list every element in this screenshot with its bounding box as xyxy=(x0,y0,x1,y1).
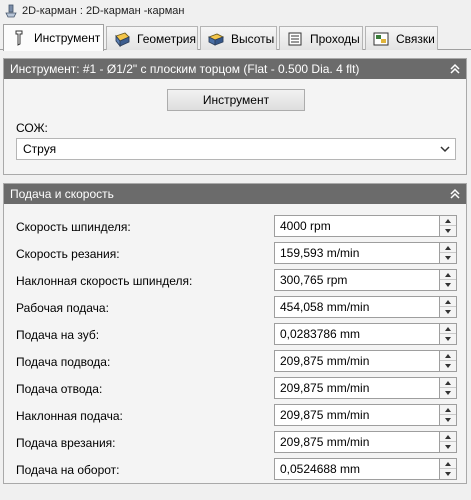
spin-down-icon[interactable] xyxy=(440,415,456,425)
plunge-feed-input[interactable]: 209,875 mm/min xyxy=(274,431,440,453)
plunge-feed-spinner[interactable] xyxy=(440,431,457,453)
feed-panel-header[interactable]: Подача и скорость xyxy=(4,184,466,204)
ramp-feed-spinner[interactable] xyxy=(440,404,457,426)
feed-speed-panel: Подача и скорость Скорость шпинделя: 4000… xyxy=(3,183,467,484)
spindle-speed-row: Скорость шпинделя: 4000 rpm xyxy=(4,213,466,240)
feed-per-revolution-label: Подача на оборот: xyxy=(16,463,120,477)
ramp-spindle-speed-row: Наклонная скорость шпинделя: 300,765 rpm xyxy=(4,267,466,294)
cutting-feed-input[interactable]: 454,058 mm/min xyxy=(274,296,440,318)
feed-per-revolution-spinner[interactable] xyxy=(440,458,457,480)
feed-per-tooth-spinner[interactable] xyxy=(440,323,457,345)
select-tool-button[interactable]: Инструмент xyxy=(167,89,305,111)
tab-linking[interactable]: Связки xyxy=(365,26,438,50)
collapse-icon[interactable] xyxy=(448,62,462,76)
tab-geometry[interactable]: Геометрия xyxy=(106,26,198,50)
spin-up-icon[interactable] xyxy=(440,351,456,361)
spindle-speed-spinner[interactable] xyxy=(440,215,457,237)
spin-up-icon[interactable] xyxy=(440,405,456,415)
operation-icon xyxy=(4,4,18,18)
ramp-feed-input[interactable]: 209,875 mm/min xyxy=(274,404,440,426)
passes-icon xyxy=(286,31,304,47)
spin-down-icon[interactable] xyxy=(440,442,456,452)
window-title: 2D-карман : 2D-карман -карман xyxy=(22,5,185,17)
linking-icon xyxy=(372,31,390,47)
tab-label: Высоты xyxy=(231,31,275,46)
spin-down-icon[interactable] xyxy=(440,253,456,263)
spin-up-icon[interactable] xyxy=(440,432,456,442)
spin-up-icon[interactable] xyxy=(440,459,456,469)
lead-in-feed-label: Подача подвода: xyxy=(16,355,111,369)
feed-per-tooth-row: Подача на зуб: 0,0283786 mm xyxy=(4,321,466,348)
spin-up-icon[interactable] xyxy=(440,324,456,334)
tab-label: Связки xyxy=(396,31,435,46)
feed-per-revolution-input[interactable]: 0,0524688 mm xyxy=(274,458,440,480)
feed-per-tooth-input[interactable]: 0,0283786 mm xyxy=(274,323,440,345)
spin-down-icon[interactable] xyxy=(440,226,456,236)
spin-up-icon[interactable] xyxy=(440,297,456,307)
ramp-spindle-speed-input[interactable]: 300,765 rpm xyxy=(274,269,440,291)
lead-in-feed-spinner[interactable] xyxy=(440,350,457,372)
cutting-feed-label: Рабочая подача: xyxy=(16,301,109,315)
spindle-speed-label: Скорость шпинделя: xyxy=(16,220,131,234)
ramp-feed-label: Наклонная подача: xyxy=(16,409,123,423)
lead-in-feed-row: Подача подвода: 209,875 mm/min xyxy=(4,348,466,375)
lead-in-feed-input[interactable]: 209,875 mm/min xyxy=(274,350,440,372)
ramp-feed-row: Наклонная подача: 209,875 mm/min xyxy=(4,402,466,429)
tab-heights[interactable]: Высоты xyxy=(200,26,277,50)
tool-icon xyxy=(10,30,28,46)
lead-out-feed-input[interactable]: 209,875 mm/min xyxy=(274,377,440,399)
tab-label: Проходы xyxy=(310,31,360,46)
plunge-feed-label: Подача врезания: xyxy=(16,436,116,450)
tab-bar: Инструмент Геометрия Высоты Проходы Связ… xyxy=(0,24,471,51)
spin-up-icon[interactable] xyxy=(440,270,456,280)
lead-out-feed-spinner[interactable] xyxy=(440,377,457,399)
feed-per-tooth-label: Подача на зуб: xyxy=(16,328,100,342)
spin-down-icon[interactable] xyxy=(440,388,456,398)
tab-label: Геометрия xyxy=(137,31,196,46)
spin-down-icon[interactable] xyxy=(440,469,456,479)
tab-tool[interactable]: Инструмент xyxy=(3,24,104,51)
spin-down-icon[interactable] xyxy=(440,307,456,317)
tool-panel: Инструмент: #1 - Ø1/2" с плоским торцом … xyxy=(3,58,467,175)
cutting-speed-spinner[interactable] xyxy=(440,242,457,264)
spin-down-icon[interactable] xyxy=(440,361,456,371)
lead-out-feed-label: Подача отвода: xyxy=(16,382,103,396)
spin-down-icon[interactable] xyxy=(440,334,456,344)
title-bar: 2D-карман : 2D-карман -карман xyxy=(0,0,471,22)
spin-up-icon[interactable] xyxy=(440,216,456,226)
heights-icon xyxy=(207,31,225,47)
tab-label: Инструмент xyxy=(34,31,101,45)
ramp-spindle-speed-spinner[interactable] xyxy=(440,269,457,291)
spin-down-icon[interactable] xyxy=(440,280,456,290)
plunge-feed-row: Подача врезания: 209,875 mm/min xyxy=(4,429,466,456)
coolant-value: Струя xyxy=(23,142,57,156)
ramp-spindle-speed-label: Наклонная скорость шпинделя: xyxy=(16,274,193,288)
cutting-speed-label: Скорость резания: xyxy=(16,247,120,261)
spin-up-icon[interactable] xyxy=(440,378,456,388)
coolant-dropdown[interactable]: Струя xyxy=(16,138,456,160)
tool-panel-title: Инструмент: #1 - Ø1/2" с плоским торцом … xyxy=(10,62,360,76)
feed-panel-title: Подача и скорость xyxy=(10,187,114,201)
chevron-down-icon xyxy=(439,143,451,155)
cutting-feed-row: Рабочая подача: 454,058 mm/min xyxy=(4,294,466,321)
spindle-speed-input[interactable]: 4000 rpm xyxy=(274,215,440,237)
tab-passes[interactable]: Проходы xyxy=(279,26,363,50)
cutting-speed-input[interactable]: 159,593 m/min xyxy=(274,242,440,264)
tool-panel-header[interactable]: Инструмент: #1 - Ø1/2" с плоским торцом … xyxy=(4,59,466,79)
spin-up-icon[interactable] xyxy=(440,243,456,253)
geometry-icon xyxy=(113,31,131,47)
lead-out-feed-row: Подача отвода: 209,875 mm/min xyxy=(4,375,466,402)
collapse-icon[interactable] xyxy=(448,187,462,201)
coolant-label: СОЖ: xyxy=(16,121,48,135)
cutting-feed-spinner[interactable] xyxy=(440,296,457,318)
feed-per-revolution-row: Подача на оборот: 0,0524688 mm xyxy=(4,456,466,483)
cutting-speed-row: Скорость резания: 159,593 m/min xyxy=(4,240,466,267)
